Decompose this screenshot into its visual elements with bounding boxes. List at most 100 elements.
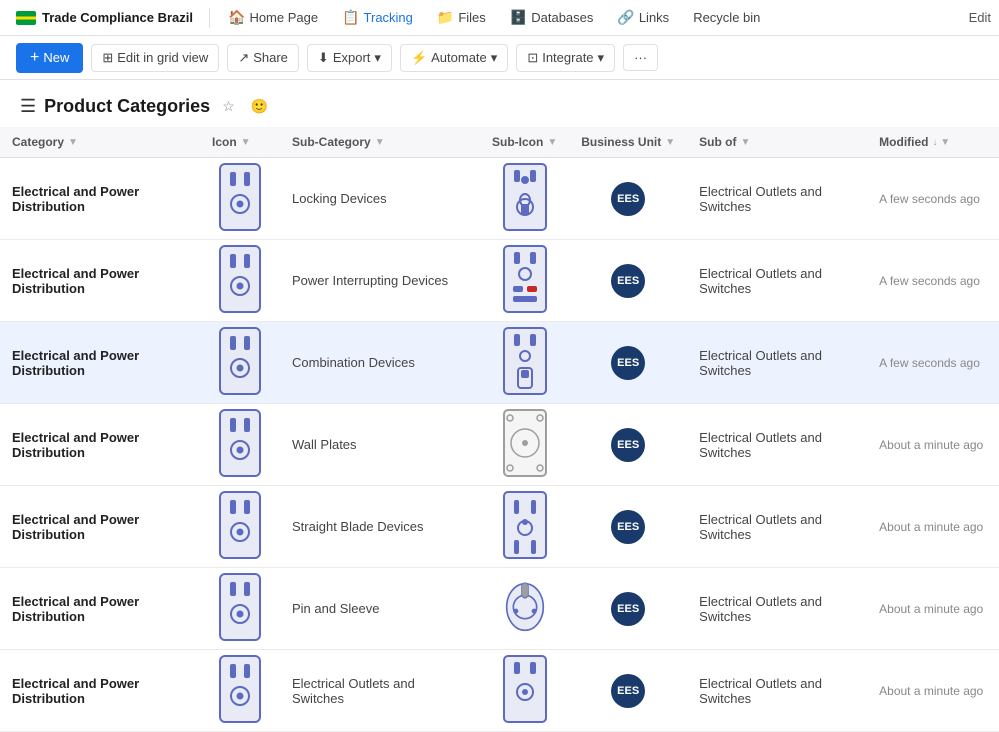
- modified-cell: About a minute ago: [867, 486, 999, 568]
- col-business-unit[interactable]: Business Unit ▼: [569, 127, 687, 158]
- nav-links[interactable]: 🔗 Links: [607, 5, 679, 30]
- top-navigation: Trade Compliance Brazil 🏠 Home Page 📋 Tr…: [0, 0, 999, 36]
- automate-chevron-icon: ▾: [491, 50, 498, 66]
- sub-of-value: Electrical Outlets and Switches: [699, 512, 822, 542]
- category-value: Electrical and Power Distribution: [12, 676, 139, 706]
- sub-of-value: Electrical Outlets and Switches: [699, 676, 822, 706]
- table-row[interactable]: Electrical and Power Distribution Lockin…: [0, 158, 999, 240]
- nav-files-label: Files: [458, 10, 485, 25]
- subcategory-cell: Pin and Sleeve: [280, 568, 480, 650]
- ees-badge: EES: [611, 592, 645, 626]
- col-modified[interactable]: Modified ↓ ▼: [867, 127, 999, 158]
- ees-badge: EES: [611, 346, 645, 380]
- more-button[interactable]: ···: [623, 44, 658, 71]
- app-brand[interactable]: Trade Compliance Brazil: [8, 10, 201, 25]
- subicon-cell: [480, 322, 569, 404]
- ees-badge: EES: [611, 428, 645, 462]
- share-button[interactable]: ↗ Share: [227, 44, 299, 72]
- subicon-cell: [480, 650, 569, 732]
- col-subicon-label: Sub-Icon: [492, 135, 543, 149]
- col-subcategory[interactable]: Sub-Category ▼: [280, 127, 480, 158]
- category-cell: Electrical and Power Distribution: [0, 486, 200, 568]
- modified-value: About a minute ago: [879, 520, 983, 534]
- subcategory-value: Pin and Sleeve: [292, 601, 379, 616]
- export-button[interactable]: ⬇ Export ▾: [307, 44, 392, 72]
- subicon-cell: [480, 240, 569, 322]
- automate-label: Automate: [431, 50, 487, 65]
- modified-value: A few seconds ago: [879, 192, 980, 206]
- nav-links-label: Links: [639, 10, 669, 25]
- links-icon: 🔗: [617, 9, 634, 26]
- category-cell: Electrical and Power Distribution: [0, 158, 200, 240]
- category-cell: Electrical and Power Distribution: [0, 322, 200, 404]
- col-modified-label: Modified: [879, 135, 928, 149]
- modified-value: A few seconds ago: [879, 274, 980, 288]
- favorite-button[interactable]: ☆: [218, 96, 239, 117]
- business-unit-cell: EES: [569, 404, 687, 486]
- edit-grid-button[interactable]: ⊞ Edit in grid view: [91, 44, 219, 72]
- brazil-flag-icon: [16, 11, 36, 25]
- category-sort-icon: ▼: [68, 137, 78, 148]
- home-icon: 🏠: [228, 9, 245, 26]
- sub-of-value: Electrical Outlets and Switches: [699, 430, 822, 460]
- table-row[interactable]: Electrical and Power Distribution Wall P…: [0, 404, 999, 486]
- automate-button[interactable]: ⚡ Automate ▾: [400, 44, 508, 72]
- col-subicon[interactable]: Sub-Icon ▼: [480, 127, 569, 158]
- sub-of-cell: Electrical Outlets and Switches: [687, 158, 867, 240]
- table-row[interactable]: Electrical and Power Distribution Power …: [0, 240, 999, 322]
- nav-divider-1: [209, 8, 210, 28]
- nav-databases[interactable]: 🗄️ Databases: [500, 5, 604, 30]
- business-unit-cell: EES: [569, 568, 687, 650]
- icon-cell: [200, 568, 280, 650]
- col-sub-of-label: Sub of: [699, 135, 736, 149]
- category-cell: Electrical and Power Distribution: [0, 404, 200, 486]
- category-value: Electrical and Power Distribution: [12, 348, 139, 378]
- export-chevron-icon: ▾: [374, 50, 381, 66]
- business-unit-sort-icon: ▼: [665, 137, 675, 148]
- page-header: ☰ Product Categories ☆ 🙂: [0, 80, 999, 127]
- icon-cell: [200, 240, 280, 322]
- subcategory-value: Straight Blade Devices: [292, 519, 424, 534]
- table-row[interactable]: Electrical and Power Distribution Pin an…: [0, 568, 999, 650]
- files-icon: 📁: [437, 9, 454, 26]
- category-value: Electrical and Power Distribution: [12, 512, 139, 542]
- modified-cell: A few seconds ago: [867, 240, 999, 322]
- modified-cell: A few seconds ago: [867, 322, 999, 404]
- nav-recycle-bin[interactable]: Recycle bin: [683, 6, 770, 29]
- col-icon[interactable]: Icon ▼: [200, 127, 280, 158]
- nav-home[interactable]: 🏠 Home Page: [218, 5, 328, 30]
- new-button[interactable]: + New: [16, 43, 83, 73]
- integrate-label: Integrate: [542, 50, 593, 65]
- subcategory-value: Locking Devices: [292, 191, 387, 206]
- subcategory-cell: Electrical Outlets and Switches: [280, 650, 480, 732]
- data-table-container: Category ▼ Icon ▼ Sub-Category ▼: [0, 127, 999, 732]
- subcategory-value: Wall Plates: [292, 437, 357, 452]
- sub-of-cell: Electrical Outlets and Switches: [687, 404, 867, 486]
- sub-of-value: Electrical Outlets and Switches: [699, 594, 822, 624]
- modified-cell: About a minute ago: [867, 568, 999, 650]
- col-category[interactable]: Category ▼: [0, 127, 200, 158]
- sub-of-sort-icon: ▼: [740, 137, 750, 148]
- modified-value: About a minute ago: [879, 684, 983, 698]
- table-row[interactable]: Electrical and Power Distribution Straig…: [0, 486, 999, 568]
- category-cell: Electrical and Power Distribution: [0, 650, 200, 732]
- edit-button[interactable]: Edit: [969, 10, 991, 25]
- more-label: ···: [634, 50, 647, 65]
- table-row[interactable]: Electrical and Power Distribution Electr…: [0, 650, 999, 732]
- nav-recycle-bin-label: Recycle bin: [693, 10, 760, 25]
- col-subcategory-label: Sub-Category: [292, 135, 371, 149]
- nav-tracking[interactable]: 📋 Tracking: [332, 5, 423, 30]
- col-sub-of[interactable]: Sub of ▼: [687, 127, 867, 158]
- col-category-label: Category: [12, 135, 64, 149]
- integrate-button[interactable]: ⊡ Integrate ▾: [516, 44, 615, 72]
- category-value: Electrical and Power Distribution: [12, 266, 139, 296]
- icon-cell: [200, 404, 280, 486]
- emoji-button[interactable]: 🙂: [247, 96, 272, 117]
- modified-cell: About a minute ago: [867, 404, 999, 486]
- business-unit-cell: EES: [569, 158, 687, 240]
- table-row[interactable]: Electrical and Power Distribution Combin…: [0, 322, 999, 404]
- category-value: Electrical and Power Distribution: [12, 184, 139, 214]
- subcategory-cell: Power Interrupting Devices: [280, 240, 480, 322]
- business-unit-cell: EES: [569, 486, 687, 568]
- nav-files[interactable]: 📁 Files: [427, 5, 496, 30]
